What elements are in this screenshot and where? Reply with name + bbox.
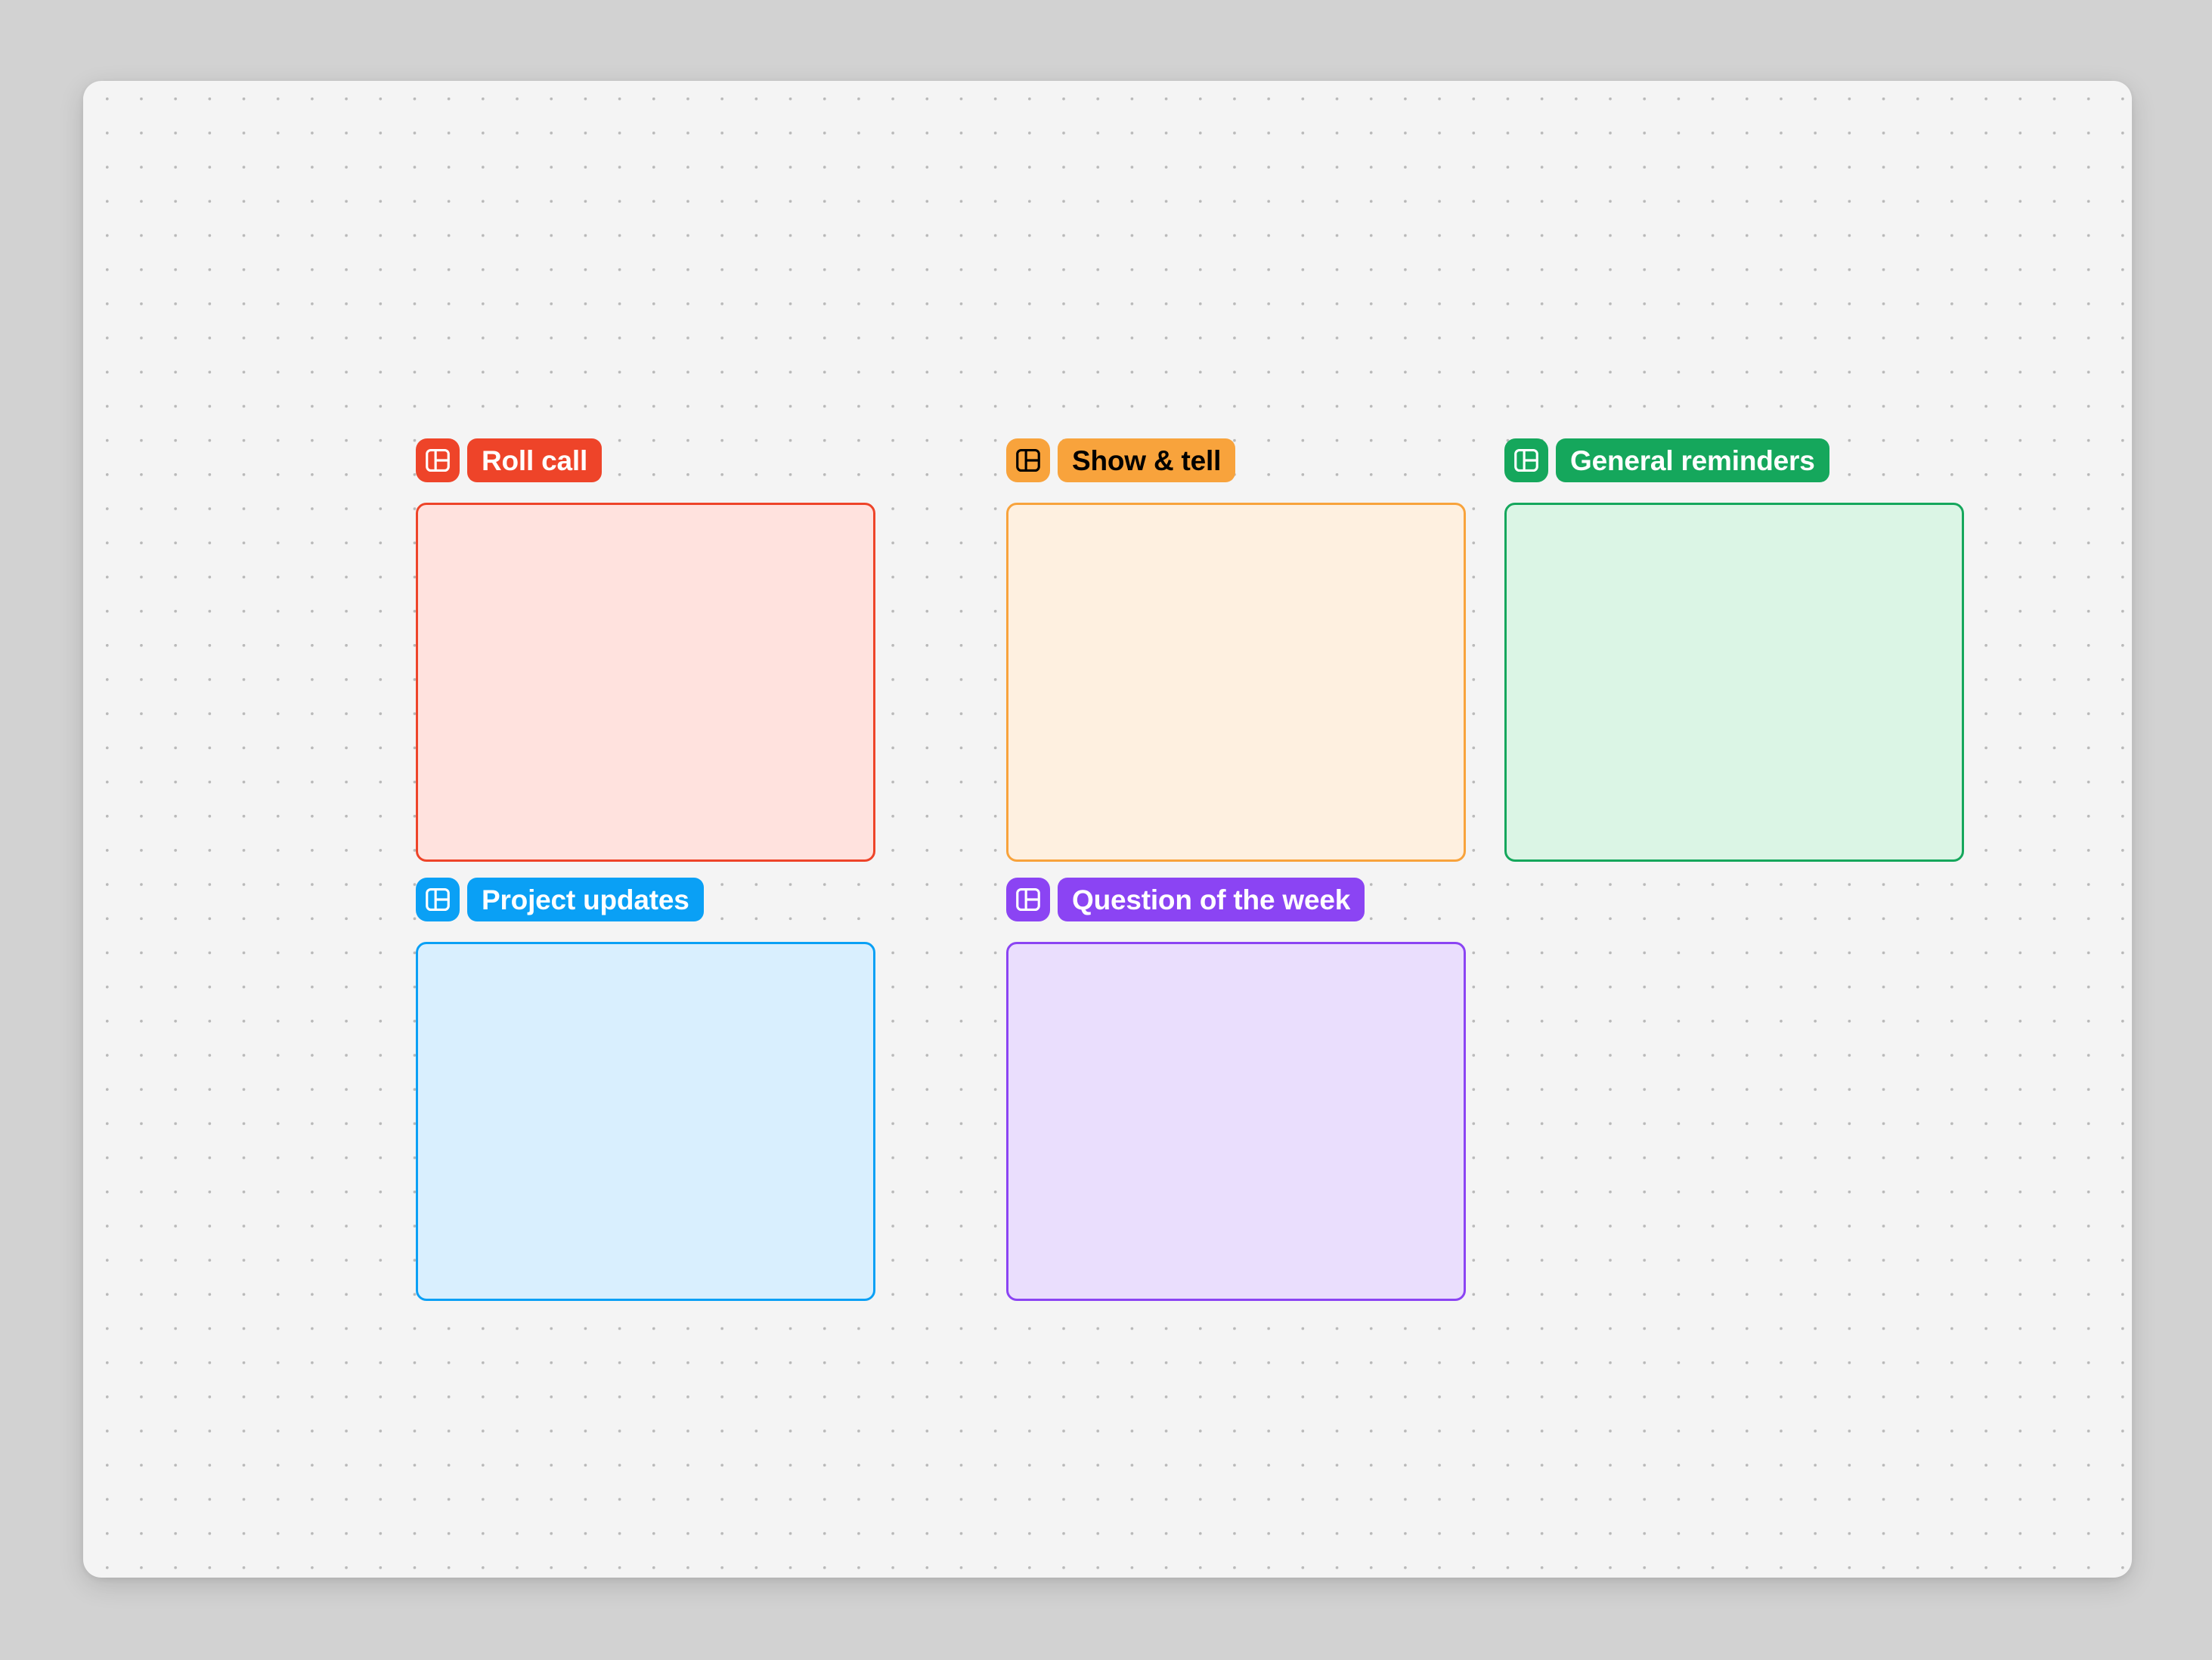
frame-body-roll-call[interactable] [416, 503, 875, 862]
frame-label-project-updates[interactable]: Project updates [416, 878, 704, 921]
frame-title-show-tell[interactable]: Show & tell [1058, 438, 1236, 482]
frame-title-project-updates[interactable]: Project updates [467, 878, 704, 921]
frame-layout-icon[interactable] [1006, 878, 1050, 921]
frame-body-general-reminders[interactable] [1504, 503, 1964, 862]
frame-layout-icon[interactable] [1006, 438, 1050, 482]
frame-body-show-tell[interactable] [1006, 503, 1466, 862]
frames-layer: Roll call Show & tell General reminders … [83, 81, 2132, 1578]
frame-body-question-of-week[interactable] [1006, 942, 1466, 1301]
frame-label-roll-call[interactable]: Roll call [416, 438, 603, 482]
frame-label-general-reminders[interactable]: General reminders [1504, 438, 1829, 482]
frame-title-general-reminders[interactable]: General reminders [1556, 438, 1829, 482]
frame-label-question-of-week[interactable]: Question of the week [1006, 878, 1365, 921]
frame-layout-icon[interactable] [1504, 438, 1548, 482]
frame-label-show-tell[interactable]: Show & tell [1006, 438, 1236, 482]
app-root: Roll call Show & tell General reminders … [0, 0, 2212, 1660]
frame-body-project-updates[interactable] [416, 942, 875, 1301]
frame-title-roll-call[interactable]: Roll call [467, 438, 603, 482]
frame-layout-icon[interactable] [416, 438, 460, 482]
whiteboard-canvas[interactable]: Roll call Show & tell General reminders … [83, 81, 2132, 1578]
frame-layout-icon[interactable] [416, 878, 460, 921]
frame-title-question-of-week[interactable]: Question of the week [1058, 878, 1365, 921]
